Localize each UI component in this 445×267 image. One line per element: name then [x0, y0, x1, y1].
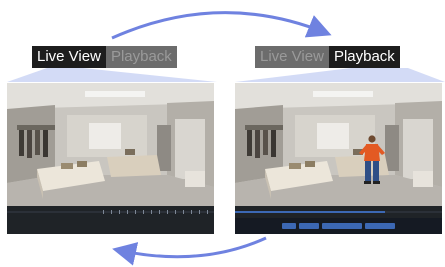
tab-live-view[interactable]: Live View [255, 46, 329, 68]
timeline-bar[interactable] [235, 208, 442, 216]
view-mode-tabs: Live View Playback [32, 46, 177, 68]
tab-projection [7, 68, 217, 82]
timeline-bar[interactable] [7, 208, 214, 216]
view-mode-tabs: Live View Playback [255, 46, 400, 68]
video-player[interactable] [7, 83, 214, 234]
tab-live-view[interactable]: Live View [32, 46, 106, 68]
camera-feed-image [7, 83, 214, 206]
playback-control-1[interactable] [282, 223, 296, 229]
playback-feed-image [235, 83, 442, 206]
curved-arrow-bottom-icon [112, 236, 267, 266]
tab-playback[interactable]: Playback [329, 46, 400, 68]
playback-control-2[interactable] [299, 223, 319, 229]
playback-controls [235, 218, 442, 234]
curved-arrow-top-icon [111, 11, 332, 40]
video-player[interactable] [235, 83, 442, 234]
playback-control-4[interactable] [365, 223, 395, 229]
tab-projection [235, 68, 445, 82]
playback-control-3[interactable] [322, 223, 362, 229]
tab-playback[interactable]: Playback [105, 46, 177, 68]
